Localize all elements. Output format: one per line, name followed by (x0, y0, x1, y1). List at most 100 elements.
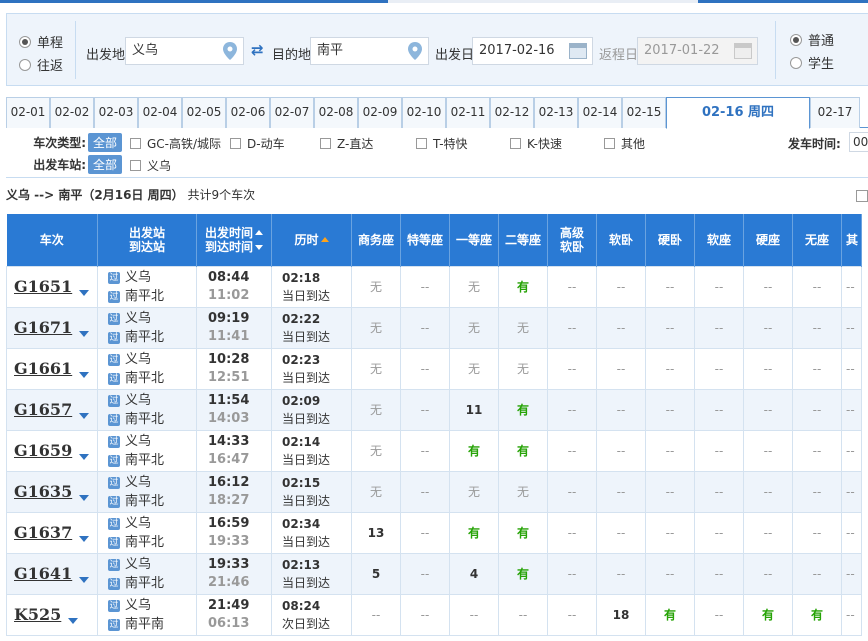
date-tab[interactable]: 02-06 (226, 97, 270, 128)
swap-stations-icon[interactable]: ⇄ (251, 41, 264, 59)
seat-cell: -- (792, 306, 842, 349)
top-accent-bar (0, 0, 868, 3)
train-number-cell[interactable]: G1651 (6, 265, 98, 308)
train-type-label: 车次类型: (33, 135, 86, 150)
to-station-input[interactable]: 南平 (310, 37, 429, 65)
seat-cell[interactable]: 4 (449, 552, 499, 595)
col-duration-header[interactable]: 历时 (271, 214, 352, 266)
date-tab[interactable]: 02-11 (446, 97, 490, 128)
train-type-checkbox-t[interactable]: T-特快 (416, 135, 468, 152)
train-type-checkbox-label: GC-高铁/城际 (147, 137, 222, 151)
return-date-input[interactable]: 2017-01-22 (637, 37, 758, 65)
col-seat-soft-seat-header: 软座 (694, 214, 744, 266)
station-checkbox-yiwu[interactable]: 义乌 (130, 157, 171, 174)
train-number-cell[interactable]: G1635 (6, 470, 98, 513)
expand-arrow-icon[interactable] (79, 413, 90, 419)
train-number-link[interactable]: G1635 (14, 482, 72, 501)
checkbox-icon (604, 138, 615, 149)
train-number-link[interactable]: G1657 (14, 400, 72, 419)
seat-cell[interactable]: 18 (596, 593, 646, 636)
date-tab[interactable]: 02-14 (578, 97, 622, 128)
passenger-normal-radio[interactable]: 普通 (790, 30, 834, 49)
date-tab[interactable]: 02-03 (94, 97, 138, 128)
train-number-cell[interactable]: G1671 (6, 306, 98, 349)
expand-arrow-icon[interactable] (79, 372, 90, 378)
passenger-student-radio[interactable]: 学生 (790, 53, 834, 72)
train-number-cell[interactable]: G1657 (6, 388, 98, 431)
duration-cell: 02:34 当日到达 (271, 511, 352, 554)
expand-arrow-icon[interactable] (79, 536, 90, 542)
seat-cell[interactable]: 有 (645, 593, 695, 636)
train-type-checkbox-k[interactable]: K-快速 (510, 135, 562, 152)
seat-availability: -- (567, 484, 577, 499)
train-number-cell[interactable]: G1641 (6, 552, 98, 595)
train-number-link[interactable]: G1661 (14, 359, 72, 378)
show-all-checkbox[interactable] (856, 190, 868, 202)
col-time-header[interactable]: 出发时间 到达时间 (196, 214, 272, 266)
train-number-cell[interactable]: G1661 (6, 347, 98, 390)
station-all-button[interactable]: 全部 (88, 154, 123, 174)
train-type-checkbox-gc[interactable]: GC-高铁/城际 (130, 135, 221, 152)
seat-cell[interactable]: 有 (792, 593, 842, 636)
radio-selected-icon (19, 35, 31, 48)
seat-cell: -- (596, 265, 646, 308)
expand-arrow-icon[interactable] (79, 331, 90, 337)
train-type-checkbox-d[interactable]: D-动车 (230, 135, 285, 152)
date-tab[interactable]: 02-02 (50, 97, 94, 128)
expand-arrow-icon[interactable] (79, 495, 90, 501)
date-tab[interactable]: 02-17 (810, 97, 860, 128)
date-tab[interactable]: 02-01 (6, 97, 50, 128)
train-type-checkbox-z[interactable]: Z-直达 (320, 135, 373, 152)
date-tab[interactable]: 02-15 (622, 97, 666, 128)
seat-cell[interactable]: 有 (498, 511, 548, 554)
pass-through-icon: 过 (108, 271, 120, 284)
date-tab-active[interactable]: 02-16 周四 (666, 97, 810, 129)
seat-availability: 无 (369, 362, 382, 376)
seat-cell[interactable]: 有 (498, 429, 548, 472)
date-tab[interactable]: 02-09 (358, 97, 402, 128)
depart-time-select[interactable]: 00 (849, 132, 868, 152)
date-tab[interactable]: 02-10 (402, 97, 446, 128)
train-number-link[interactable]: G1637 (14, 523, 72, 542)
location-pin-icon (223, 42, 237, 60)
duration-value: 08:24 (282, 598, 321, 613)
expand-arrow-icon[interactable] (68, 618, 79, 624)
trip-round-trip-radio[interactable]: 往返 (19, 55, 63, 74)
train-number-cell[interactable]: G1637 (6, 511, 98, 554)
train-number-link[interactable]: G1641 (14, 564, 72, 583)
depart-date-input[interactable]: 2017-02-16 (472, 37, 593, 65)
train-number-cell[interactable]: G1659 (6, 429, 98, 472)
date-tab[interactable]: 02-12 (490, 97, 534, 128)
train-number-link[interactable]: G1671 (14, 318, 72, 337)
date-tab[interactable]: 02-07 (270, 97, 314, 128)
train-number-link[interactable]: G1651 (14, 277, 72, 296)
trip-one-way-radio[interactable]: 单程 (19, 32, 63, 51)
train-number-link[interactable]: G1659 (14, 441, 72, 460)
seat-cell[interactable]: 有 (449, 429, 499, 472)
date-tab[interactable]: 02-08 (314, 97, 358, 128)
seat-cell[interactable]: 5 (351, 552, 401, 595)
from-station-input[interactable]: 义乌 (125, 37, 244, 65)
seat-cell[interactable]: 有 (743, 593, 793, 636)
date-tab[interactable]: 02-05 (182, 97, 226, 128)
arrive-time: 18:27 (208, 492, 250, 508)
seat-cell[interactable]: 有 (449, 511, 499, 554)
depart-time: 14:33 (208, 433, 250, 449)
date-tab[interactable]: 02-13 (534, 97, 578, 128)
seat-cell[interactable]: 有 (498, 265, 548, 308)
expand-arrow-icon[interactable] (79, 577, 90, 583)
train-type-all-button[interactable]: 全部 (88, 132, 123, 152)
train-number-cell[interactable]: K525 (6, 593, 98, 636)
expand-arrow-icon[interactable] (79, 454, 90, 460)
expand-arrow-icon[interactable] (79, 290, 90, 296)
seat-cell[interactable]: 有 (498, 552, 548, 595)
seat-cell[interactable]: 11 (449, 388, 499, 431)
time-cell: 16:12 18:27 (196, 470, 272, 513)
train-type-checkbox-other[interactable]: 其他 (604, 135, 645, 152)
seat-availability: -- (665, 361, 675, 376)
seat-cell[interactable]: 13 (351, 511, 401, 554)
col-seat-special-header: 特等座 (400, 214, 450, 266)
date-tab[interactable]: 02-04 (138, 97, 182, 128)
train-number-link[interactable]: K525 (14, 605, 61, 624)
seat-cell[interactable]: 有 (498, 388, 548, 431)
